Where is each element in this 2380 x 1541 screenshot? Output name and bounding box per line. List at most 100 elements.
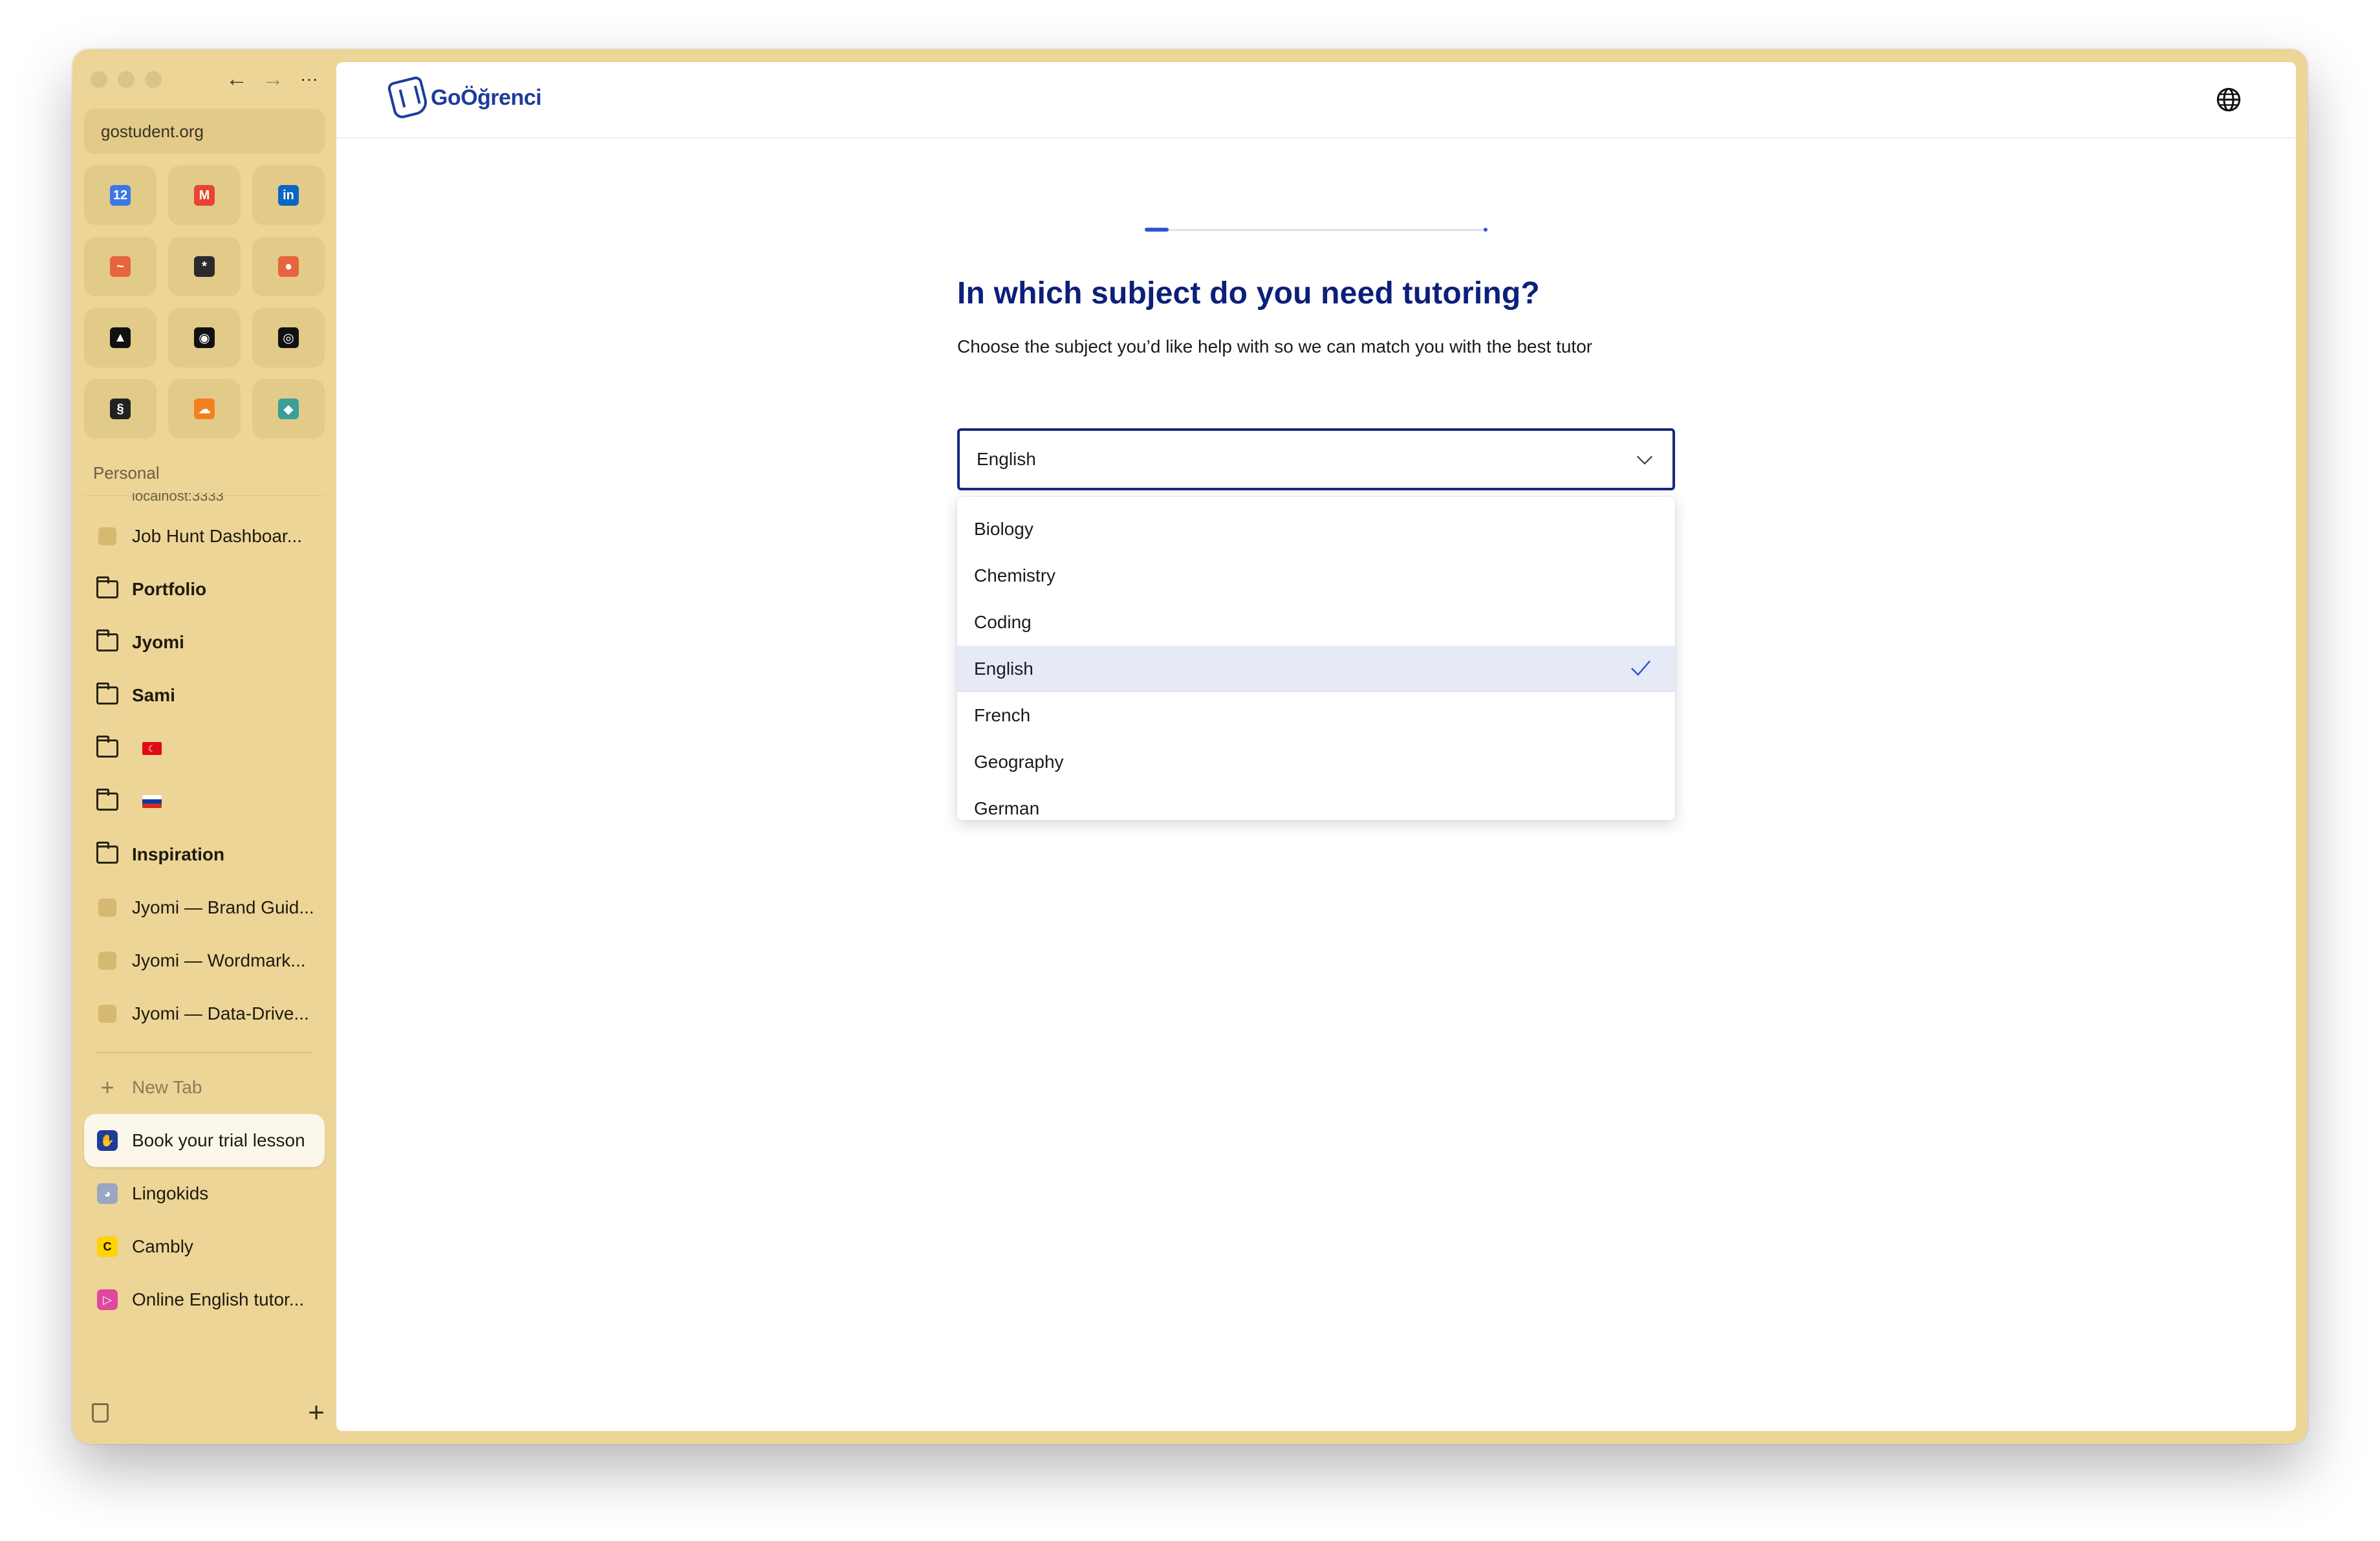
sidebar-tab[interactable]: Jyomi — Data-Drive... bbox=[84, 987, 325, 1040]
favorite-app-dark[interactable]: ◉ bbox=[168, 308, 241, 367]
progress-end-dot bbox=[1484, 228, 1488, 232]
ellipsis-icon[interactable]: ··· bbox=[294, 63, 325, 94]
sidebar-folder[interactable]: ☾ bbox=[84, 722, 325, 775]
favorite-linkedin[interactable]: in bbox=[252, 166, 325, 225]
tab-leading: + bbox=[96, 1076, 119, 1099]
browser-window: ← → ··· gostudent.org 12 Min ~ * ● ▲ ◉ ◎ § ☁ ◆ Per… bbox=[72, 49, 2308, 1444]
page-icon bbox=[98, 1005, 116, 1023]
dark-circle-icon: ◉ bbox=[194, 327, 215, 348]
tab-leading bbox=[96, 736, 119, 760]
page-icon bbox=[98, 527, 116, 545]
orange-circle-icon: ● bbox=[278, 256, 299, 277]
cloud-icon: ☁ bbox=[194, 399, 215, 419]
url-bar[interactable]: gostudent.org bbox=[84, 109, 325, 154]
window-controls bbox=[91, 71, 162, 88]
sidebar-tab[interactable]: Jyomi — Brand Guid... bbox=[84, 881, 325, 934]
favorite-gmail[interactable]: M bbox=[168, 166, 241, 225]
subject-option[interactable]: German bbox=[957, 785, 1675, 820]
subject-select[interactable]: English bbox=[957, 428, 1675, 490]
close-window-button[interactable] bbox=[91, 71, 107, 88]
tab-leading: ◕ bbox=[96, 1182, 119, 1205]
tab-label: New Tab bbox=[132, 1077, 202, 1097]
gostudent-icon: ✋ bbox=[97, 1130, 118, 1151]
tab-leading bbox=[96, 949, 119, 972]
subject-option-label: Chemistry bbox=[974, 565, 1056, 585]
globe-icon[interactable] bbox=[2216, 87, 2242, 113]
subject-option-label: English bbox=[974, 659, 1033, 679]
trash-icon[interactable] bbox=[92, 1403, 109, 1423]
folder-icon bbox=[96, 629, 118, 651]
sidebar-folder[interactable]: Inspiration bbox=[84, 828, 325, 881]
tab-label: Cambly bbox=[132, 1236, 193, 1256]
favorite-calendar[interactable]: 12 bbox=[84, 166, 157, 225]
site-header: GoÖğrenci bbox=[336, 62, 2296, 138]
tab-label: Online English tutor... bbox=[132, 1289, 305, 1309]
favorite-app-orange[interactable]: ● bbox=[252, 237, 325, 296]
tab-leading bbox=[96, 525, 119, 548]
favorite-vercel[interactable]: ▲ bbox=[84, 308, 157, 367]
tab-label: Portfolio bbox=[132, 579, 207, 599]
arrow-right-icon[interactable]: → bbox=[257, 63, 288, 94]
web-content: GoÖğrenci In which subject do you need t… bbox=[336, 62, 2296, 1431]
sidebar-tab[interactable]: Jyomi — Wordmark... bbox=[84, 934, 325, 987]
tab-label: Book your trial lesson bbox=[132, 1130, 305, 1150]
question-subtitle: Choose the subject you’d like help with … bbox=[957, 336, 1593, 356]
favorite-analytics[interactable]: ~ bbox=[84, 237, 157, 296]
progress-track bbox=[1145, 229, 1488, 231]
subject-options-list: Biology Chemistry Coding English French Geogr… bbox=[957, 497, 1675, 820]
sidebar-folder[interactable]: Jyomi bbox=[84, 616, 325, 669]
subject-option[interactable]: Chemistry bbox=[957, 552, 1675, 599]
site-logo[interactable]: GoÖğrenci bbox=[386, 75, 542, 120]
sidebar-tab[interactable]: Job Hunt Dashboar... bbox=[84, 510, 325, 563]
tab-label: Inspiration bbox=[132, 844, 225, 864]
turkey-flag-icon: ☾ bbox=[142, 742, 162, 755]
progress-fill bbox=[1145, 228, 1169, 232]
tab-label: Job Hunt Dashboar... bbox=[132, 526, 303, 546]
tab-leading bbox=[96, 683, 119, 707]
tab-leading: ✋ bbox=[96, 1129, 119, 1152]
open-tab[interactable]: C Cambly bbox=[84, 1220, 325, 1273]
russia-flag-icon bbox=[142, 795, 162, 808]
folder-icon bbox=[96, 842, 118, 864]
arrow-left-icon[interactable]: ← bbox=[221, 63, 252, 94]
tab-leading bbox=[96, 1002, 119, 1025]
subject-option[interactable]: French bbox=[957, 692, 1675, 739]
subject-option[interactable]: Biology bbox=[957, 506, 1675, 552]
open-tab[interactable]: ▷ Online English tutor... bbox=[84, 1273, 325, 1326]
plus-icon[interactable]: + bbox=[308, 1399, 325, 1427]
favorite-claude[interactable]: * bbox=[168, 237, 241, 296]
section-label: Personal bbox=[93, 463, 160, 483]
zoom-window-button[interactable] bbox=[145, 71, 162, 88]
logo-text: GoÖğrenci bbox=[431, 85, 542, 110]
favorites-grid: 12 Min ~ * ● ▲ ◉ ◎ § ☁ ◆ bbox=[84, 166, 325, 439]
minimize-window-button[interactable] bbox=[118, 71, 135, 88]
pinned-tab-list: Job Hunt Dashboar... Portfolio Jyomi Sami ☾ I… bbox=[84, 510, 325, 1326]
subject-option[interactable]: English bbox=[957, 646, 1675, 692]
sidebar-folder[interactable]: Portfolio bbox=[84, 563, 325, 616]
favorite-app-diamond[interactable]: ◆ bbox=[252, 379, 325, 439]
subject-option-label: German bbox=[974, 798, 1040, 818]
open-tab[interactable]: ✋ Book your trial lesson bbox=[84, 1114, 325, 1167]
sidebar-folder[interactable]: Sami bbox=[84, 669, 325, 722]
plus-icon: + bbox=[100, 1074, 114, 1100]
chart-line-icon: ~ bbox=[110, 256, 131, 277]
sidebar-folder[interactable] bbox=[84, 775, 325, 828]
tab-label: Jyomi — Data-Drive... bbox=[132, 1003, 309, 1023]
subject-option[interactable]: Geography bbox=[957, 739, 1675, 785]
tab-leading: ▷ bbox=[96, 1288, 119, 1311]
open-tab[interactable]: ◕ Lingokids bbox=[84, 1167, 325, 1220]
github-icon: ◎ bbox=[278, 327, 299, 348]
page-icon bbox=[98, 899, 116, 917]
subject-option[interactable]: Coding bbox=[957, 599, 1675, 646]
favorite-github[interactable]: ◎ bbox=[252, 308, 325, 367]
new-tab-button[interactable]: + New Tab bbox=[84, 1061, 325, 1114]
tab-leading bbox=[96, 576, 119, 601]
tab-leading bbox=[96, 789, 119, 813]
favorite-squarespace[interactable]: § bbox=[84, 379, 157, 439]
subject-option-label: French bbox=[974, 705, 1031, 725]
checkmark-icon bbox=[1630, 660, 1651, 676]
browser-sidebar: ← → ··· gostudent.org 12 Min ~ * ● ▲ ◉ ◎ § ☁ ◆ Per… bbox=[72, 49, 336, 1444]
folder-icon bbox=[96, 683, 118, 705]
page-icon bbox=[98, 952, 116, 970]
favorite-cloudflare[interactable]: ☁ bbox=[168, 379, 241, 439]
